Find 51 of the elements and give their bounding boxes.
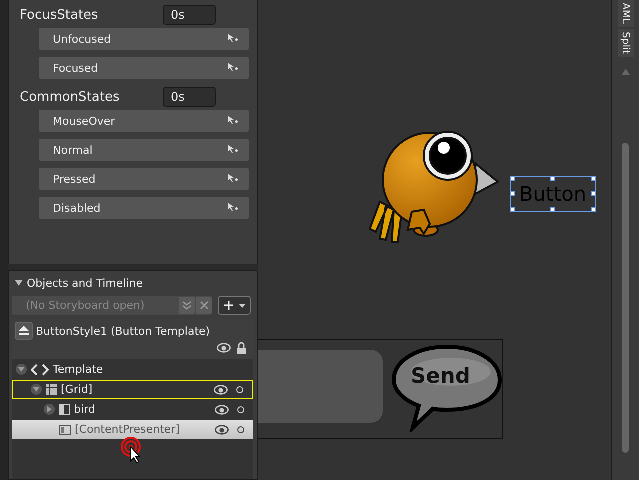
add-transition-icon[interactable] xyxy=(227,62,239,74)
add-transition-icon[interactable] xyxy=(227,33,239,45)
add-transition-icon[interactable] xyxy=(227,173,239,185)
resize-handle[interactable] xyxy=(591,207,596,212)
caret-icon xyxy=(238,304,246,308)
state-group-name: FocusStates xyxy=(20,8,100,22)
send-label: Send xyxy=(411,364,470,388)
state-item[interactable]: Normal xyxy=(39,139,249,161)
expander-toggle[interactable] xyxy=(44,404,55,415)
resize-handle[interactable] xyxy=(591,176,596,181)
tree-item[interactable]: bird xyxy=(12,400,253,419)
resize-handle[interactable] xyxy=(510,191,515,196)
state-item[interactable]: MouseOver xyxy=(39,110,249,132)
duration-field[interactable]: 0s xyxy=(163,87,216,107)
tree-item[interactable]: [Grid] xyxy=(12,380,253,399)
grid-icon xyxy=(46,384,57,395)
code-brackets-icon xyxy=(31,364,49,376)
frame-icon xyxy=(59,424,71,434)
state-item[interactable]: Focused xyxy=(39,57,249,79)
resize-handle[interactable] xyxy=(510,207,515,212)
expander-toggle[interactable] xyxy=(16,364,27,375)
resize-handle[interactable] xyxy=(550,176,555,181)
state-item[interactable]: Unfocused xyxy=(39,28,249,50)
resize-handle[interactable] xyxy=(510,176,515,181)
panel-title: Objects and Timeline xyxy=(27,276,144,290)
view-tab[interactable]: Split xyxy=(618,29,634,58)
tree-item[interactable]: [ContentPresenter] xyxy=(12,420,253,439)
state-group-name: CommonStates xyxy=(20,90,121,104)
state-item[interactable]: Pressed xyxy=(39,168,249,190)
panel-icon xyxy=(59,404,70,415)
new-storyboard-button[interactable]: + xyxy=(218,296,251,315)
state-item[interactable]: Disabled xyxy=(39,197,249,219)
resize-handle[interactable] xyxy=(550,207,555,212)
resize-handle[interactable] xyxy=(591,191,596,196)
scope-up-icon[interactable] xyxy=(15,322,33,340)
chevron-down-icon[interactable] xyxy=(179,297,195,314)
add-transition-icon[interactable] xyxy=(227,115,239,127)
duration-field[interactable]: 0s xyxy=(163,5,216,25)
add-transition-icon[interactable] xyxy=(227,202,239,214)
add-transition-icon[interactable] xyxy=(227,144,239,156)
expander-toggle[interactable] xyxy=(31,384,42,395)
storyboard-dropdown[interactable]: (No Storyboard open) xyxy=(12,296,212,315)
lock-toggle-icon[interactable] xyxy=(237,426,245,434)
template-name: ButtonStyle1 (Button Template) xyxy=(36,324,210,338)
tree-item[interactable]: Template xyxy=(12,360,253,379)
scrollbar-thumb[interactable] xyxy=(622,143,628,454)
lock-icon[interactable] xyxy=(236,342,247,354)
eye-icon[interactable] xyxy=(215,424,229,434)
collapse-toggle[interactable] xyxy=(15,279,23,287)
view-tab[interactable]: AML xyxy=(618,0,634,28)
close-icon[interactable] xyxy=(196,297,212,314)
